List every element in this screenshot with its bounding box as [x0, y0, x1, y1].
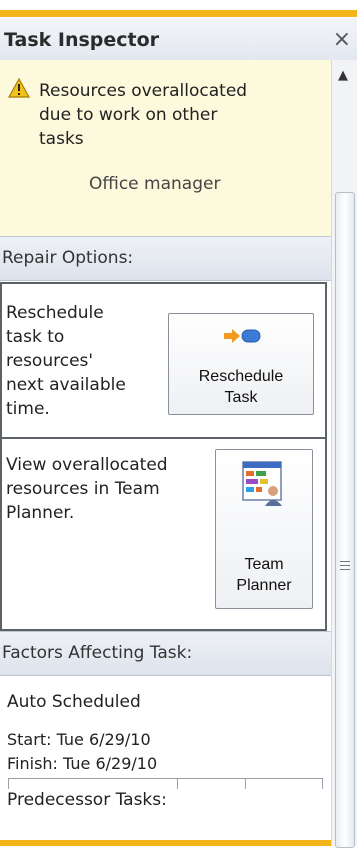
- warning-message-line: tasks: [39, 129, 84, 149]
- button-label-line: Reschedule: [198, 368, 284, 385]
- factors-label: Factors Affecting Task:: [2, 643, 193, 663]
- repair-options-header: Repair Options:: [0, 236, 331, 281]
- description-line: resources': [6, 351, 94, 371]
- warning-panel: Resources overallocated due to work on o…: [0, 60, 331, 236]
- scrollbar-thumb[interactable]: [335, 192, 355, 848]
- warning-icon: [8, 78, 30, 98]
- button-label-line: Task: [224, 389, 258, 406]
- reschedule-option: Reschedule task to resources' next avail…: [0, 282, 327, 440]
- grip-icon: [340, 561, 350, 573]
- description-line: resources in Team: [6, 479, 160, 499]
- description-line: task to: [6, 327, 65, 347]
- bottom-accent-strip: [0, 840, 331, 846]
- warning-message-line: due to work on other: [39, 105, 218, 125]
- team-planner-icon: [242, 461, 282, 506]
- team-planner-option: View overallocated resources in Team Pla…: [0, 437, 327, 631]
- close-icon[interactable]: ×: [333, 27, 351, 52]
- pane-title: Task Inspector: [4, 29, 160, 51]
- finish-date: Finish: Tue 6/29/10: [7, 754, 158, 773]
- team-planner-button[interactable]: Team Planner: [215, 449, 313, 609]
- scroll-up-icon[interactable]: ▲: [338, 68, 348, 83]
- reschedule-task-button[interactable]: Reschedule Task: [168, 313, 314, 415]
- description-line: Reschedule: [6, 303, 104, 323]
- repair-options-label: Repair Options:: [2, 248, 134, 268]
- factors-header: Factors Affecting Task:: [0, 631, 331, 676]
- pane-title-bar: Task Inspector ×: [0, 18, 357, 61]
- warning-message: Resources overallocated due to work on o…: [39, 79, 309, 151]
- description-line: next available: [6, 375, 126, 395]
- button-label-line: Team: [244, 556, 284, 573]
- scheduling-mode: Auto Scheduled: [7, 692, 141, 712]
- pane-content: Resources overallocated due to work on o…: [0, 60, 331, 846]
- description-line: Planner.: [6, 503, 75, 523]
- top-accent-strip: [0, 0, 357, 18]
- predecessor-table: [8, 778, 323, 789]
- start-date: Start: Tue 6/29/10: [7, 730, 151, 749]
- vertical-scrollbar[interactable]: ▲: [331, 60, 357, 848]
- warning-message-line: Resources overallocated: [39, 81, 248, 101]
- reschedule-arrow-icon: [224, 329, 261, 343]
- reschedule-description: Reschedule task to resources' next avail…: [6, 301, 156, 421]
- description-line: time.: [6, 399, 50, 419]
- predecessor-tasks-label: Predecessor Tasks:: [7, 790, 167, 810]
- team-planner-description: View overallocated resources in Team Pla…: [6, 453, 206, 525]
- description-line: View overallocated: [6, 455, 168, 475]
- warning-resource: Office manager: [89, 174, 221, 194]
- button-label-line: Planner: [236, 577, 292, 594]
